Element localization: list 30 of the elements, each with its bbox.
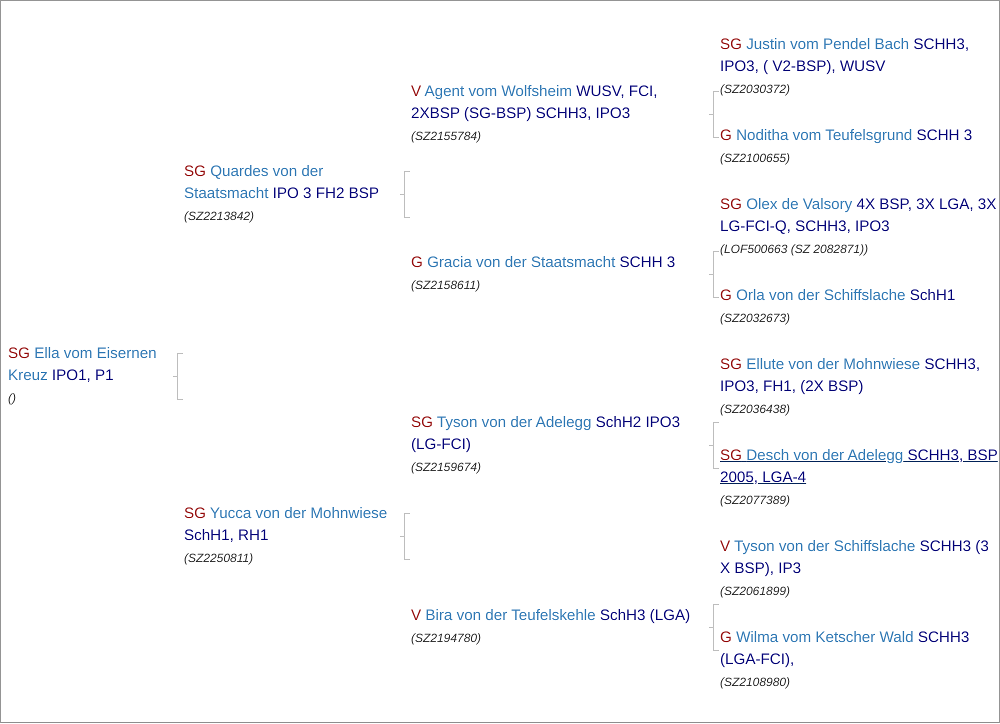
- dog-link[interactable]: G Noditha vom Teufelsgrund SCHH 3: [720, 125, 999, 147]
- registration-number: (SZ2061899): [720, 584, 790, 598]
- registration-number: (): [8, 391, 16, 405]
- dog-link[interactable]: V Tyson von der Schiffslache SCHH3 (3 X BSP), IP3: [720, 536, 999, 580]
- dog-link[interactable]: SG Ellute von der Mohnwiese SCHH3, IPO3, FH1, (2X BSP): [720, 354, 999, 398]
- dog-link[interactable]: SG Yucca von der Mohnwiese SchH1, RH1: [184, 503, 399, 547]
- registration-number: (SZ2213842): [184, 209, 254, 223]
- registration-number: (SZ2194780): [411, 631, 482, 645]
- registration-number: (SZ2077389): [720, 493, 790, 507]
- registration-number: (SZ2158611): [411, 278, 480, 292]
- dog-link[interactable]: G Wilma vom Ketscher Wald SCHH3 (LGA-FCI),: [720, 627, 999, 671]
- registration-number: (SZ2155784): [411, 129, 482, 143]
- dog-link[interactable]: SG Tyson von der Adelegg SchH2 IPO3 (LG-FCI): [411, 412, 708, 456]
- registration-number: (SZ2108980): [720, 675, 790, 689]
- dog-link[interactable]: SG Quardes von der Staatsmacht IPO 3 FH2 BSP: [184, 161, 399, 205]
- dog-link[interactable]: G Orla von der Schiffslache SchH1: [720, 285, 999, 307]
- registration-number: (SZ2250811): [184, 551, 254, 565]
- registration-number: (SZ2030372): [720, 82, 790, 96]
- registration-number: (SZ2100655): [720, 151, 790, 165]
- dog-link[interactable]: SG Justin vom Pendel Bach SCHH3, IPO3, ( V2-BSP), WUSV: [720, 34, 999, 78]
- dog-link[interactable]: V Bira von der Teufelskehle SchH3 (LGA): [411, 605, 708, 627]
- registration-number: (SZ2159674): [411, 460, 482, 474]
- registration-number: (LOF500663 (SZ 2082871)): [720, 242, 868, 256]
- registration-number: (SZ2032673): [720, 311, 790, 325]
- dog-link[interactable]: V Agent vom Wolfsheim WUSV, FCI, 2XBSP (SG-BSP) SCHH3, IPO3: [411, 81, 708, 125]
- registration-number: (SZ2036438): [720, 402, 790, 416]
- dog-link[interactable]: SG Desch von der Adelegg SCHH3, BSP 2005, LGA-4: [720, 445, 999, 489]
- dog-link[interactable]: SG Ella vom Eisernen Kreuz IPO1, P1: [8, 343, 172, 387]
- dog-link[interactable]: G Gracia von der Staatsmacht SCHH 3: [411, 252, 708, 274]
- dog-link[interactable]: SG Olex de Valsory 4X BSP, 3X LGA, 3X LG-FCI-Q, SCHH3, IPO3: [720, 194, 999, 238]
